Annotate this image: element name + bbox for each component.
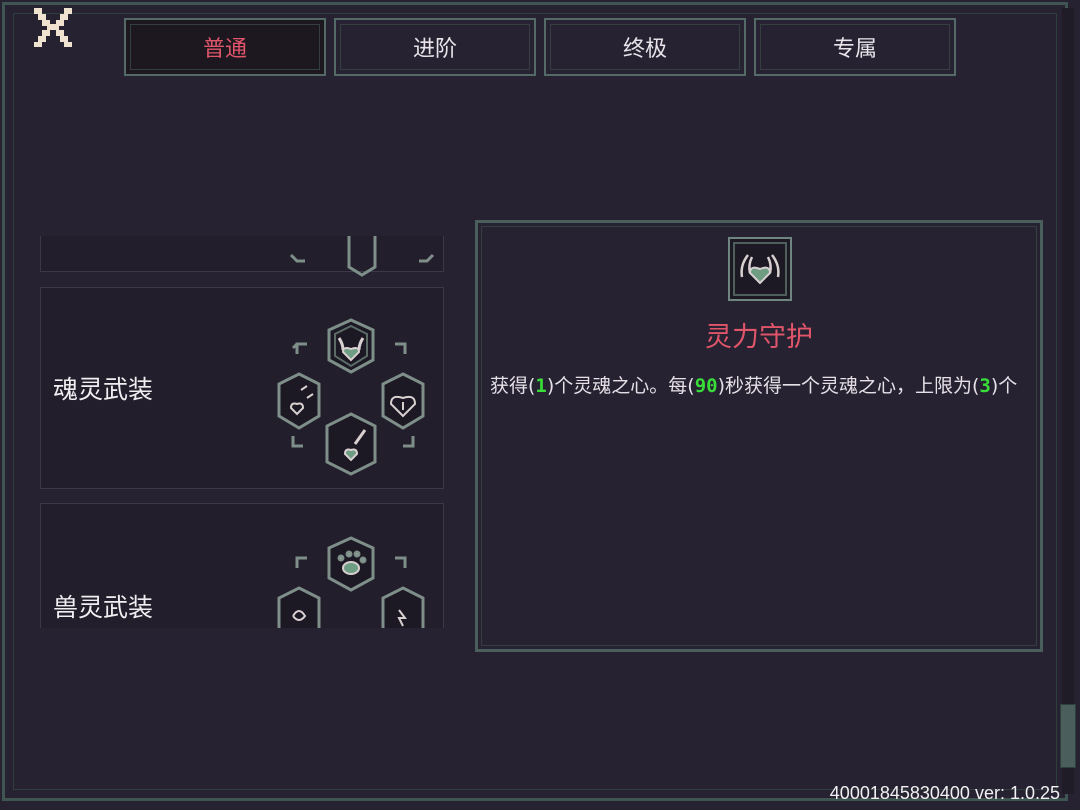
skill-card-partial[interactable] <box>40 236 444 277</box>
tab-normal[interactable]: 普通 <box>124 18 326 76</box>
skill-card-soul-armament[interactable]: 魂灵武装 <box>40 287 444 489</box>
skill-card-title: 兽灵武装 <box>53 593 154 622</box>
skill-card-beast-armament[interactable]: 兽灵武装 <box>40 503 444 628</box>
skill-detail-title: 灵力守护 <box>705 322 813 353</box>
page-scrollbar[interactable] <box>1058 8 1076 794</box>
value-highlight: 1 <box>535 375 547 397</box>
value-highlight: 90 <box>694 375 718 397</box>
soul-armament-hex-icons <box>277 318 425 476</box>
skill-detail-description: 获得(1)个灵魂之心。每(90)秒获得一个灵魂之心，上限为(3)个 <box>490 375 1018 397</box>
value-highlight: 3 <box>979 375 991 397</box>
close-icon <box>34 8 72 47</box>
skill-card-title: 魂灵武装 <box>53 375 154 404</box>
scroll-thumb[interactable] <box>1060 704 1076 768</box>
tab-advanced[interactable]: 进阶 <box>334 18 536 76</box>
tab-ultimate[interactable]: 终极 <box>544 18 746 76</box>
close-button[interactable] <box>30 6 76 48</box>
beast-armament-hex-icons <box>277 536 425 628</box>
skill-detail-panel: 灵力守护 获得(1)个灵魂之心。每(90)秒获得一个灵魂之心，上限为(3)个 <box>475 220 1043 652</box>
heart-spider-icon <box>728 237 792 301</box>
scroll-track <box>1062 8 1074 794</box>
version-label: 40001845830400 ver: 1.0.25 <box>829 783 1060 803</box>
tab-exclusive[interactable]: 专属 <box>754 18 956 76</box>
skill-list[interactable]: 魂灵武装 兽灵武装 <box>40 236 446 628</box>
skill-hex-icons <box>289 236 435 277</box>
